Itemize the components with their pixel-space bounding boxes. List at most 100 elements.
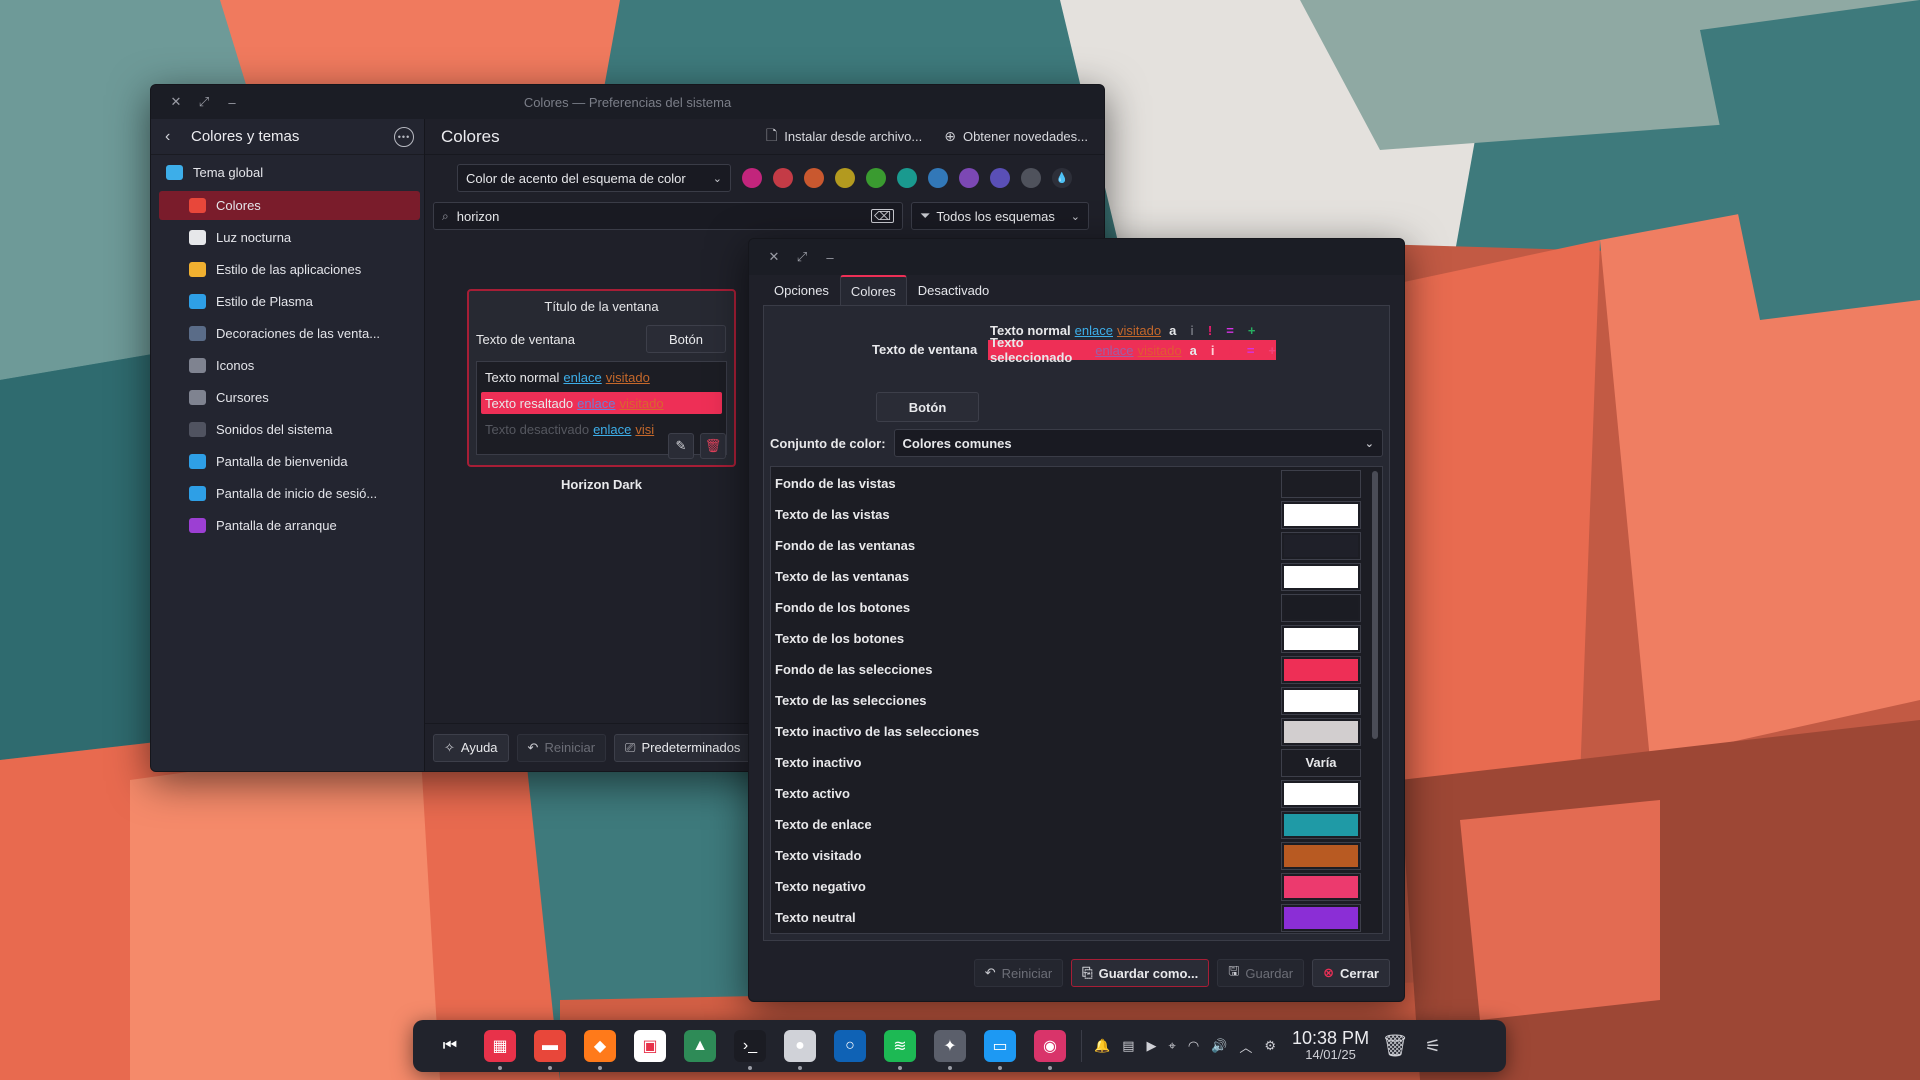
accent-swatch-3[interactable] [835, 168, 855, 188]
location-icon[interactable]: ⌖ [1168, 1038, 1175, 1054]
accent-swatch-0[interactable] [742, 168, 762, 188]
tab-1[interactable]: Colores [839, 275, 907, 305]
sidebar-item-8[interactable]: Sonidos del sistema [159, 415, 420, 444]
scheme-card-horizon-dark[interactable]: Título de la ventana Texto de ventana Bo… [467, 289, 736, 467]
window-title: Colores — Preferencias del sistema [523, 94, 732, 110]
color-swatch-button[interactable] [1281, 500, 1361, 529]
color-swatch-button[interactable] [1281, 686, 1361, 715]
wifi-icon[interactable]: ◠ [1188, 1038, 1199, 1054]
edit-scheme-icon[interactable]: ✎ [668, 433, 694, 459]
reset-button[interactable]: ↶ Reiniciar [516, 733, 607, 762]
minimize-window-icon[interactable]: – [225, 95, 239, 110]
color-swatch-button[interactable] [1281, 531, 1361, 560]
clock-date: 14/01/25 [1305, 1047, 1356, 1062]
color-swatch-button[interactable] [1281, 841, 1361, 870]
settings-gear-icon[interactable]: ⚙ [1264, 1038, 1276, 1054]
accent-swatch-8[interactable] [990, 168, 1010, 188]
color-row-name: Fondo de las selecciones [775, 662, 933, 677]
color-row: Fondo de las ventanas [771, 530, 1382, 561]
preview-highlight-link: enlace [577, 395, 616, 411]
system-settings-icon[interactable]: ▭ [984, 1030, 1016, 1070]
color-swatch-button[interactable] [1281, 469, 1361, 498]
dialog-reset-button[interactable]: ↶ Reiniciar [973, 959, 1064, 987]
accent-swatch-2[interactable] [804, 168, 824, 188]
app-launcher-icon[interactable]: ▦ [484, 1030, 516, 1070]
save-as-button[interactable]: ⎘ Guardar como... [1071, 959, 1210, 987]
clipboard-icon[interactable]: ▤ [1122, 1038, 1134, 1054]
trash-icon[interactable]: 🗑 [1381, 1033, 1409, 1059]
volume-icon[interactable]: 🔊 [1211, 1038, 1227, 1054]
delete-scheme-icon[interactable]: 🗑 [700, 433, 726, 459]
color-swatch-button[interactable] [1281, 872, 1361, 901]
spotify-icon[interactable]: ≋ [884, 1030, 916, 1070]
sidebar-item-3[interactable]: Estilo de las aplicaciones [159, 255, 420, 284]
clear-search-icon[interactable]: ⌫ [871, 209, 894, 223]
color-swatch-button[interactable]: Varía [1281, 748, 1361, 777]
color-swatch-button[interactable] [1281, 562, 1361, 591]
color-swatch-button[interactable] [1281, 903, 1361, 932]
sidebar-item-6[interactable]: Iconos [159, 351, 420, 380]
notifications-icon[interactable]: 🔔 [1094, 1038, 1110, 1054]
accent-swatch-9[interactable] [1021, 168, 1041, 188]
accent-swatch-4[interactable] [866, 168, 886, 188]
scheme-filter-combo[interactable]: ⏷ Todos los esquemas ⌄ [911, 202, 1089, 230]
color-swatch-button[interactable] [1281, 624, 1361, 653]
expand-tray-icon[interactable]: ︿ [1239, 1037, 1252, 1056]
close-button[interactable]: ⊗ Cerrar [1312, 959, 1390, 987]
color-picker-icon[interactable]: ◉ [1034, 1030, 1066, 1070]
inkscape-icon[interactable]: ✦ [934, 1030, 966, 1070]
back-arrow-icon[interactable]: ‹ [165, 128, 183, 146]
list-scrollbar[interactable] [1372, 471, 1378, 739]
preview-selected-negative: ! [1228, 342, 1233, 358]
search-input[interactable] [456, 208, 872, 224]
clock[interactable]: 10:38 PM 14/01/25 [1292, 1029, 1369, 1063]
color-swatch-button[interactable] [1281, 717, 1361, 746]
color-swatch-button[interactable] [1281, 810, 1361, 839]
sidebar-item-10[interactable]: Pantalla de inicio de sesió... [159, 479, 420, 508]
color-set-label: Conjunto de color: [770, 435, 886, 451]
recorder-icon[interactable]: ● [784, 1030, 816, 1070]
accent-swatch-7[interactable] [959, 168, 979, 188]
sidebar-item-7[interactable]: Cursores [159, 383, 420, 412]
sidebar-item-1[interactable]: Colores [159, 191, 420, 220]
sidebar-item-4[interactable]: Estilo de Plasma [159, 287, 420, 316]
panel-settings-icon[interactable]: ⚟ [1425, 1036, 1441, 1057]
more-options-icon[interactable]: ••• [394, 126, 414, 147]
sidebar: ‹ Colores y temas ••• Tema global Colores… [151, 119, 425, 771]
accent-swatch-5[interactable] [897, 168, 917, 188]
sidebar-item-5[interactable]: Decoraciones de las venta... [159, 319, 420, 348]
accent-color-combo[interactable]: Color de acento del esquema de color ⌄ [457, 164, 731, 192]
mail-icon[interactable]: ○ [834, 1030, 866, 1062]
image-viewer-icon[interactable]: ▲ [684, 1030, 716, 1062]
accent-swatch-6[interactable] [928, 168, 948, 188]
firefox-icon[interactable]: ◆ [584, 1030, 616, 1070]
tab-0[interactable]: Opciones [763, 275, 840, 305]
color-set-combo[interactable]: Colores comunes ⌄ [893, 429, 1383, 457]
maximize-window-icon[interactable]: ⤢ [197, 94, 211, 110]
sidebar-item-11[interactable]: Pantalla de arranque [159, 511, 420, 540]
file-manager-icon[interactable]: ▬ [534, 1030, 566, 1070]
save-button[interactable]: 🖫 Guardar [1217, 959, 1305, 987]
save-as-label: Guardar como... [1098, 965, 1199, 981]
help-button[interactable]: ✧ Ayuda [433, 733, 509, 762]
color-swatch-button[interactable] [1281, 593, 1361, 622]
media-icon[interactable]: ▶ [1146, 1038, 1156, 1054]
terminal-icon[interactable]: ›_ [734, 1030, 766, 1070]
color-swatch-button[interactable] [1281, 655, 1361, 684]
sidebar-item-9[interactable]: Pantalla de bienvenida [159, 447, 420, 476]
software-store-icon[interactable]: ▣ [634, 1030, 666, 1062]
close-window-icon[interactable]: ✕ [169, 94, 183, 110]
install-from-file-button[interactable]: 🗋 Instalar desde archivo... [766, 125, 922, 149]
sidebar-item-2[interactable]: Luz nocturna [159, 223, 420, 252]
defaults-button[interactable]: ⎚ Predeterminados [614, 733, 752, 762]
kickoff-icon[interactable]: ⏮ [434, 1030, 466, 1062]
accent-swatch-1[interactable] [773, 168, 793, 188]
color-swatch-button[interactable] [1281, 779, 1361, 808]
tab-2[interactable]: Desactivado [907, 275, 1001, 305]
custom-color-picker-icon[interactable]: 💧 [1052, 168, 1072, 188]
sidebar-item-0[interactable]: Tema global [159, 158, 420, 187]
maximize-dialog-icon[interactable]: ⤢ [795, 249, 809, 265]
minimize-dialog-icon[interactable]: – [823, 250, 837, 265]
close-dialog-icon[interactable]: ✕ [767, 249, 781, 265]
get-new-button[interactable]: ⊕ Obtener novedades... [944, 128, 1088, 145]
